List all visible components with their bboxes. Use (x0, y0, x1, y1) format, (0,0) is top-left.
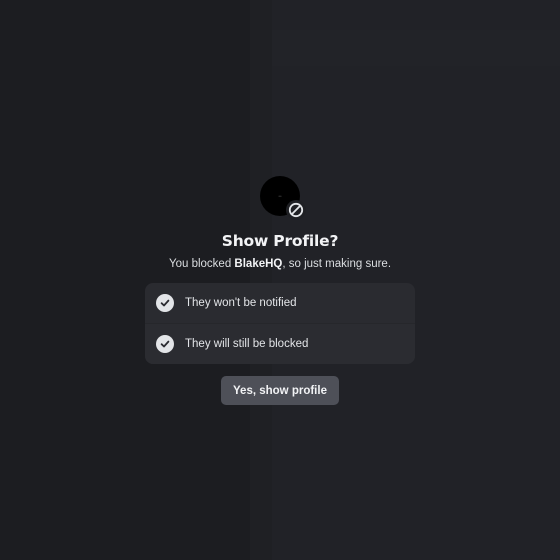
list-item: They won't be notified (145, 283, 415, 323)
check-icon (156, 335, 174, 353)
show-profile-dialog: •• Show Profile? You blocked BlakeHQ, so… (0, 176, 560, 405)
avatar-container: •• (260, 176, 306, 220)
subtitle-suffix: , so just making sure. (282, 258, 392, 270)
blocked-username: BlakeHQ (234, 258, 283, 270)
dialog-title: Show Profile? (221, 232, 339, 250)
dialog-subtitle: You blocked BlakeHQ, so just making sure… (169, 257, 391, 272)
check-icon (156, 294, 174, 312)
info-list: They won't be notified They will still b… (145, 283, 415, 364)
subtitle-prefix: You blocked (168, 258, 235, 270)
list-item-label: They won't be notified (185, 297, 297, 309)
list-item-label: They will still be blocked (185, 338, 309, 350)
background-header (272, 30, 560, 66)
show-profile-button[interactable]: Yes, show profile (221, 376, 339, 405)
list-item: They will still be blocked (145, 323, 415, 364)
modal-overlay: •• Show Profile? You blocked BlakeHQ, so… (0, 0, 560, 560)
blocked-icon (286, 200, 306, 220)
avatar-image: •• (278, 194, 282, 198)
